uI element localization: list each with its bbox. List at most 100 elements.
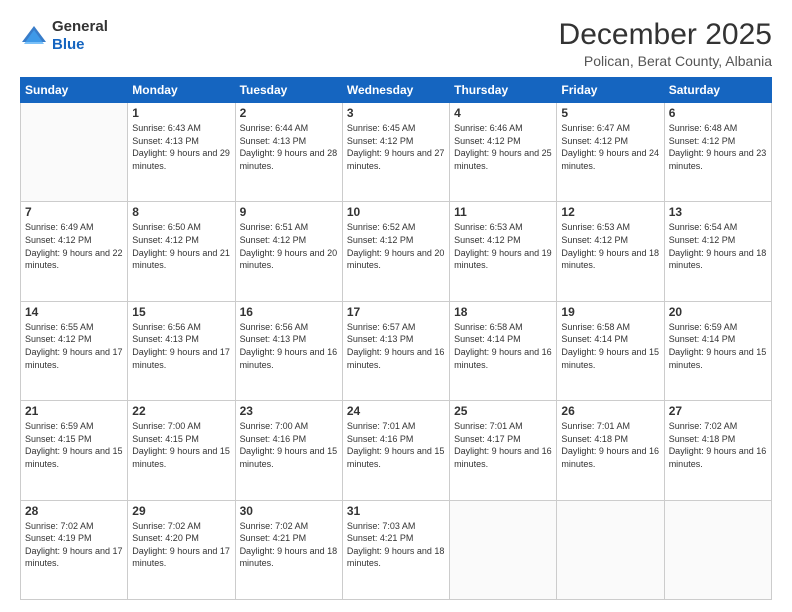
day-info: Sunrise: 6:54 AM Sunset: 4:12 PM Dayligh…	[669, 221, 767, 271]
calendar-cell: 17Sunrise: 6:57 AM Sunset: 4:13 PM Dayli…	[342, 301, 449, 400]
day-info: Sunrise: 6:49 AM Sunset: 4:12 PM Dayligh…	[25, 221, 123, 271]
day-number: 23	[240, 404, 338, 418]
day-number: 25	[454, 404, 552, 418]
day-info: Sunrise: 7:03 AM Sunset: 4:21 PM Dayligh…	[347, 520, 445, 570]
weekday-header: Thursday	[450, 78, 557, 103]
day-number: 9	[240, 205, 338, 219]
day-info: Sunrise: 7:00 AM Sunset: 4:16 PM Dayligh…	[240, 420, 338, 470]
day-info: Sunrise: 7:02 AM Sunset: 4:21 PM Dayligh…	[240, 520, 338, 570]
day-info: Sunrise: 6:55 AM Sunset: 4:12 PM Dayligh…	[25, 321, 123, 371]
day-info: Sunrise: 6:50 AM Sunset: 4:12 PM Dayligh…	[132, 221, 230, 271]
calendar-cell: 20 Sunrise: 6:59 AM Sunset: 4:14 PM Dayli…	[664, 301, 771, 400]
calendar-cell: 30 Sunrise: 7:02 AM Sunset: 4:21 PM Dayli…	[235, 500, 342, 599]
logo-icon	[20, 22, 48, 50]
day-number: 13	[669, 205, 767, 219]
day-number: 14	[25, 305, 123, 319]
calendar-cell: 13 Sunrise: 6:54 AM Sunset: 4:12 PM Dayli…	[664, 202, 771, 301]
weekday-header: Sunday	[21, 78, 128, 103]
day-number: 2	[240, 106, 338, 120]
day-number: 3	[347, 106, 445, 120]
calendar-cell: 14 Sunrise: 6:55 AM Sunset: 4:12 PM Dayli…	[21, 301, 128, 400]
calendar-cell: 22 Sunrise: 7:00 AM Sunset: 4:15 PM Dayli…	[128, 401, 235, 500]
calendar-cell	[450, 500, 557, 599]
day-number: 7	[25, 205, 123, 219]
day-info: Sunrise: 6:58 AM Sunset: 4:14 PM Dayligh…	[454, 321, 552, 371]
day-number: 10	[347, 205, 445, 219]
day-info: Sunrise: 6:48 AM Sunset: 4:12 PM Dayligh…	[669, 122, 767, 172]
day-info: Sunrise: 6:56 AM Sunset: 4:13 PM Dayligh…	[240, 321, 338, 371]
calendar-cell: 28Sunrise: 7:02 AM Sunset: 4:19 PM Dayli…	[21, 500, 128, 599]
weekday-header: Wednesday	[342, 78, 449, 103]
calendar: SundayMondayTuesdayWednesdayThursdayFrid…	[20, 77, 772, 600]
calendar-cell: 16 Sunrise: 6:56 AM Sunset: 4:13 PM Dayli…	[235, 301, 342, 400]
title-block: December 2025 Polican, Berat County, Alb…	[559, 18, 772, 69]
weekday-header: Tuesday	[235, 78, 342, 103]
logo: General Blue	[20, 18, 108, 54]
calendar-cell: 4Sunrise: 6:46 AM Sunset: 4:12 PM Daylig…	[450, 103, 557, 202]
day-info: Sunrise: 6:59 AM Sunset: 4:15 PM Dayligh…	[25, 420, 123, 470]
day-number: 21	[25, 404, 123, 418]
day-number: 26	[561, 404, 659, 418]
day-number: 22	[132, 404, 230, 418]
day-info: Sunrise: 6:44 AM Sunset: 4:13 PM Dayligh…	[240, 122, 338, 172]
calendar-cell: 23 Sunrise: 7:00 AM Sunset: 4:16 PM Dayli…	[235, 401, 342, 500]
weekday-header-row: SundayMondayTuesdayWednesdayThursdayFrid…	[21, 78, 772, 103]
calendar-cell: 5 Sunrise: 6:47 AM Sunset: 4:12 PM Daylig…	[557, 103, 664, 202]
day-info: Sunrise: 7:01 AM Sunset: 4:16 PM Dayligh…	[347, 420, 445, 470]
calendar-week-row: 14 Sunrise: 6:55 AM Sunset: 4:12 PM Dayli…	[21, 301, 772, 400]
day-info: Sunrise: 6:53 AM Sunset: 4:12 PM Dayligh…	[454, 221, 552, 271]
calendar-cell: 26Sunrise: 7:01 AM Sunset: 4:18 PM Dayli…	[557, 401, 664, 500]
day-number: 18	[454, 305, 552, 319]
calendar-cell: 18 Sunrise: 6:58 AM Sunset: 4:14 PM Dayli…	[450, 301, 557, 400]
header: General Blue December 2025 Polican, Bera…	[20, 18, 772, 69]
calendar-cell: 7 Sunrise: 6:49 AM Sunset: 4:12 PM Daylig…	[21, 202, 128, 301]
day-number: 8	[132, 205, 230, 219]
calendar-cell: 12Sunrise: 6:53 AM Sunset: 4:12 PM Dayli…	[557, 202, 664, 301]
calendar-cell: 11 Sunrise: 6:53 AM Sunset: 4:12 PM Dayli…	[450, 202, 557, 301]
calendar-cell: 29 Sunrise: 7:02 AM Sunset: 4:20 PM Dayli…	[128, 500, 235, 599]
day-info: Sunrise: 6:43 AM Sunset: 4:13 PM Dayligh…	[132, 122, 230, 172]
calendar-cell	[664, 500, 771, 599]
location: Polican, Berat County, Albania	[559, 53, 772, 69]
weekday-header: Saturday	[664, 78, 771, 103]
calendar-cell: 24 Sunrise: 7:01 AM Sunset: 4:16 PM Dayli…	[342, 401, 449, 500]
day-number: 24	[347, 404, 445, 418]
calendar-week-row: 21 Sunrise: 6:59 AM Sunset: 4:15 PM Dayli…	[21, 401, 772, 500]
day-number: 20	[669, 305, 767, 319]
calendar-week-row: 1Sunrise: 6:43 AM Sunset: 4:13 PM Daylig…	[21, 103, 772, 202]
day-number: 29	[132, 504, 230, 518]
day-info: Sunrise: 7:02 AM Sunset: 4:18 PM Dayligh…	[669, 420, 767, 470]
calendar-cell: 9 Sunrise: 6:51 AM Sunset: 4:12 PM Daylig…	[235, 202, 342, 301]
calendar-cell: 31 Sunrise: 7:03 AM Sunset: 4:21 PM Dayli…	[342, 500, 449, 599]
calendar-cell: 21 Sunrise: 6:59 AM Sunset: 4:15 PM Dayli…	[21, 401, 128, 500]
calendar-cell	[21, 103, 128, 202]
calendar-cell	[557, 500, 664, 599]
calendar-cell: 10Sunrise: 6:52 AM Sunset: 4:12 PM Dayli…	[342, 202, 449, 301]
day-number: 17	[347, 305, 445, 319]
month-title: December 2025	[559, 18, 772, 51]
day-info: Sunrise: 6:45 AM Sunset: 4:12 PM Dayligh…	[347, 122, 445, 172]
day-number: 11	[454, 205, 552, 219]
calendar-cell: 15Sunrise: 6:56 AM Sunset: 4:13 PM Dayli…	[128, 301, 235, 400]
calendar-cell: 19Sunrise: 6:58 AM Sunset: 4:14 PM Dayli…	[557, 301, 664, 400]
day-number: 30	[240, 504, 338, 518]
day-number: 19	[561, 305, 659, 319]
day-info: Sunrise: 7:02 AM Sunset: 4:20 PM Dayligh…	[132, 520, 230, 570]
day-number: 12	[561, 205, 659, 219]
calendar-week-row: 7 Sunrise: 6:49 AM Sunset: 4:12 PM Daylig…	[21, 202, 772, 301]
weekday-header: Monday	[128, 78, 235, 103]
day-info: Sunrise: 6:59 AM Sunset: 4:14 PM Dayligh…	[669, 321, 767, 371]
day-info: Sunrise: 6:47 AM Sunset: 4:12 PM Dayligh…	[561, 122, 659, 172]
day-info: Sunrise: 7:00 AM Sunset: 4:15 PM Dayligh…	[132, 420, 230, 470]
day-number: 31	[347, 504, 445, 518]
weekday-header: Friday	[557, 78, 664, 103]
calendar-cell: 8 Sunrise: 6:50 AM Sunset: 4:12 PM Daylig…	[128, 202, 235, 301]
logo-blue: Blue	[52, 36, 85, 53]
day-number: 6	[669, 106, 767, 120]
day-number: 5	[561, 106, 659, 120]
logo-general: General	[52, 18, 108, 35]
day-number: 16	[240, 305, 338, 319]
day-info: Sunrise: 6:51 AM Sunset: 4:12 PM Dayligh…	[240, 221, 338, 271]
calendar-cell: 2 Sunrise: 6:44 AM Sunset: 4:13 PM Daylig…	[235, 103, 342, 202]
logo-text: General Blue	[52, 18, 108, 54]
